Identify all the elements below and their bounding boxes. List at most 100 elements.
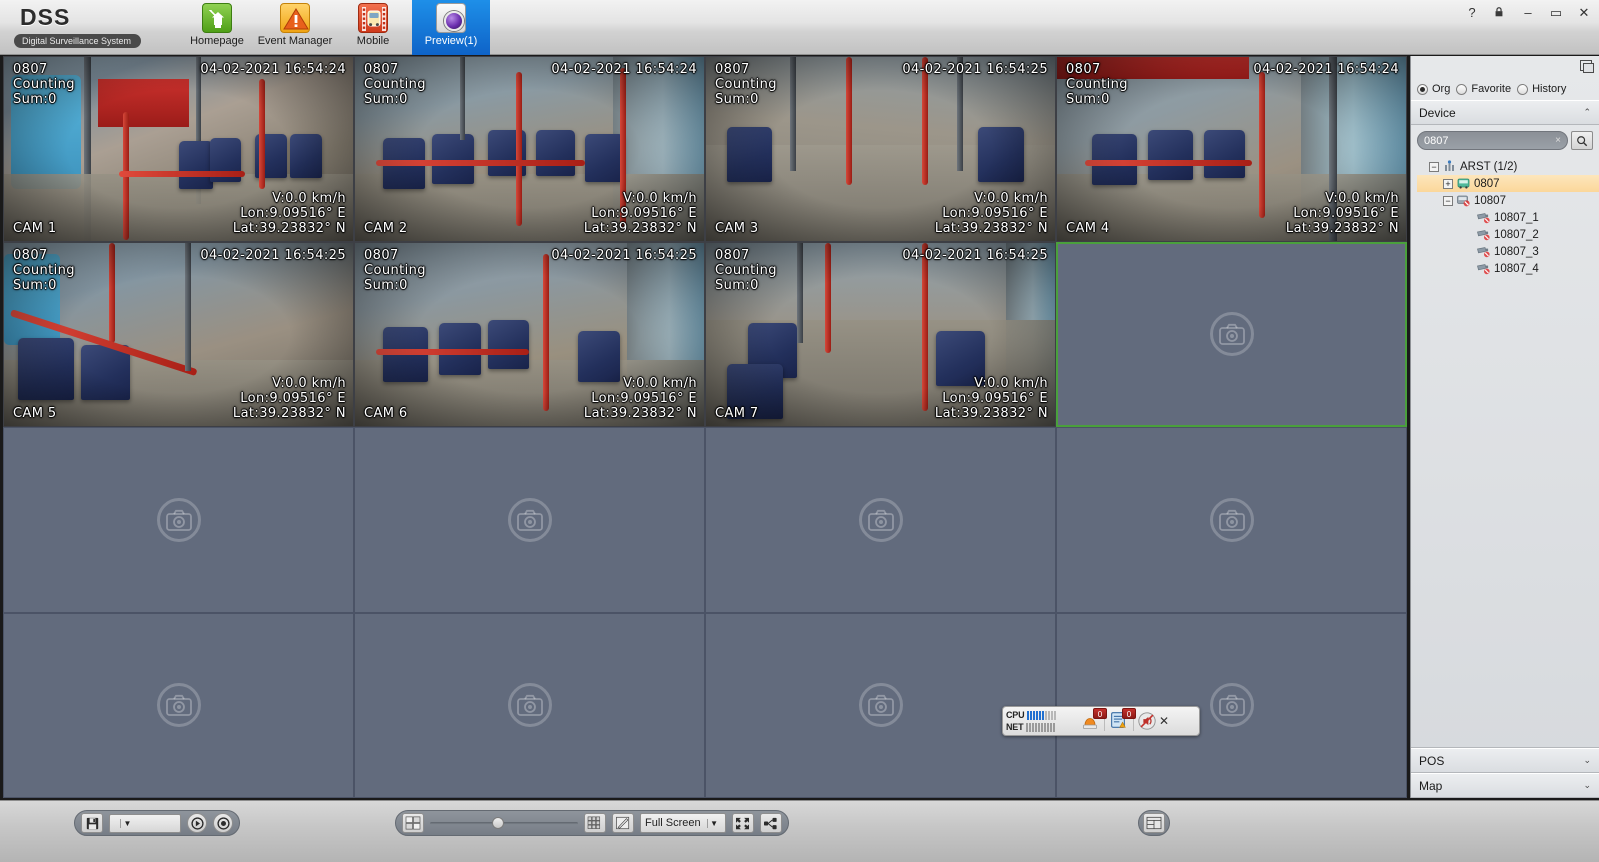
video-stream [4, 242, 353, 426]
camera-offline-icon [1476, 262, 1491, 275]
pos-section-header[interactable]: POS ⌄ [1411, 748, 1599, 773]
video-cell-empty[interactable] [3, 427, 354, 613]
radio-history[interactable]: History [1517, 83, 1566, 95]
video-cell[interactable]: 0807 Counting Sum:0 04-02-2021 16:54:25 … [705, 241, 1056, 427]
save-icon[interactable] [81, 813, 103, 833]
tree-node-label: 10807_3 [1494, 245, 1539, 258]
video-cell[interactable]: 0807 Counting Sum:0 04-02-2021 16:54:24 … [3, 56, 354, 242]
tree-node-10807[interactable]: − 10807 [1417, 192, 1599, 209]
video-cell[interactable]: 0807 Counting Sum:0 04-02-2021 16:54:25 … [3, 241, 354, 427]
tab-mobile[interactable]: Mobile [334, 0, 412, 55]
video-cell-empty[interactable] [3, 612, 354, 798]
maximize-button[interactable]: ▭ [1549, 6, 1563, 20]
tree-node-label: 10807_1 [1494, 211, 1539, 224]
tree-node-0807[interactable]: + 0807 [1417, 175, 1599, 192]
grid-layout-icon[interactable] [584, 813, 606, 833]
tab-homepage[interactable]: Homepage [178, 0, 256, 55]
video-cell-empty[interactable] [705, 612, 1056, 798]
minimize-button[interactable]: – [1521, 6, 1535, 20]
video-stream [355, 242, 704, 426]
warning-icon [280, 3, 310, 33]
preview-icon [436, 3, 466, 33]
tree-node-label: ARST (1/2) [1460, 160, 1518, 173]
screen-mode-value: Full Screen [645, 817, 701, 829]
video-cell-empty[interactable] [1056, 427, 1407, 613]
tree-node-10807-2[interactable]: 10807_2 [1417, 226, 1599, 243]
video-cell-empty[interactable] [354, 427, 705, 613]
video-cell[interactable]: 0807 Counting Sum:0 04-02-2021 16:54:25 … [354, 241, 705, 427]
map-section-title: Map [1419, 778, 1443, 793]
camera-icon [507, 683, 552, 728]
radio-dot [1417, 83, 1428, 95]
device-tree: − ARST (1/2) + 0807 − 10807 10807_1 1080… [1411, 154, 1599, 747]
resource-meters: CPU NET [1006, 709, 1074, 733]
video-cell[interactable]: 0807 Counting Sum:0 04-02-2021 16:54:24 … [1056, 56, 1407, 242]
speaker-mute-icon[interactable] [1137, 711, 1157, 731]
expander-icon [1463, 213, 1473, 223]
tree-node-label: 10807_2 [1494, 228, 1539, 241]
alarm-light-icon[interactable]: 0 [1079, 708, 1107, 732]
tour-stop-icon[interactable] [213, 813, 233, 833]
bottom-toolbar: ▼ Full Screen ▼ [0, 800, 1599, 862]
radio-favorite[interactable]: Favorite [1456, 83, 1511, 95]
tree-node-10807-4[interactable]: 10807_4 [1417, 260, 1599, 277]
system-status-widget[interactable]: CPU NET 0 0 ✕ [1002, 706, 1200, 736]
lock-button[interactable] [1493, 6, 1507, 20]
search-input[interactable]: 0807 × [1417, 131, 1568, 150]
net-meter: NET [1006, 721, 1074, 733]
close-button[interactable]: ✕ [1577, 6, 1591, 20]
video-wall-grid: 0807 Counting Sum:0 04-02-2021 16:54:24 … [3, 56, 1407, 798]
preset-select[interactable]: ▼ [109, 813, 181, 833]
event-badge: 0 [1122, 708, 1136, 719]
cpu-meter: CPU [1006, 709, 1074, 721]
help-button[interactable]: ? [1465, 6, 1479, 20]
video-stream [4, 57, 353, 241]
tab-preview[interactable]: Preview(1) [412, 0, 490, 55]
toolbar-right-group [1138, 810, 1170, 836]
radio-org[interactable]: Org [1417, 83, 1450, 95]
expander-icon[interactable]: − [1443, 195, 1453, 206]
layout-size-slider[interactable] [430, 814, 578, 832]
video-cell-empty[interactable] [705, 427, 1056, 613]
tab-mobile-label: Mobile [356, 35, 390, 47]
dock-panel-icon[interactable] [1580, 60, 1594, 73]
split-layout-icon[interactable] [402, 813, 424, 833]
video-cell[interactable]: 0807 Counting Sum:0 04-02-2021 16:54:24 … [354, 56, 705, 242]
video-cell-empty[interactable] [354, 612, 705, 798]
dss-application-window: DSS Digital Surveillance System Homepage [0, 0, 1599, 862]
logo-subtitle: Digital Surveillance System [14, 34, 142, 48]
event-list-icon[interactable]: 0 [1108, 708, 1136, 732]
org-tower-icon [1442, 160, 1457, 173]
close-status-widget-button[interactable]: ✕ [1157, 714, 1171, 728]
window-list-icon[interactable] [1143, 813, 1165, 833]
slider-knob[interactable] [492, 817, 504, 829]
radio-favorite-label: Favorite [1471, 83, 1512, 95]
multi-monitor-icon[interactable] [759, 813, 782, 833]
tree-node-label: 10807 [1474, 194, 1506, 207]
expander-icon[interactable]: + [1443, 178, 1453, 189]
expander-icon [1463, 247, 1473, 257]
tree-node-arst[interactable]: − ARST (1/2) [1417, 158, 1599, 175]
expander-icon[interactable]: − [1429, 161, 1439, 172]
map-section-header[interactable]: Map ⌄ [1411, 773, 1599, 798]
video-cell[interactable]: 0807 Counting Sum:0 04-02-2021 16:54:25 … [705, 56, 1056, 242]
toolbar-center-group: Full Screen ▼ [395, 810, 789, 836]
tab-event-manager[interactable]: Event Manager [256, 0, 334, 55]
camera-offline-icon [1476, 211, 1491, 224]
radio-dot [1456, 83, 1468, 95]
video-stream [355, 57, 704, 241]
tab-event-manager-label: Event Manager [257, 35, 333, 47]
radio-history-label: History [1532, 83, 1567, 95]
fullscreen-icon[interactable] [731, 813, 754, 833]
edit-layout-icon[interactable] [612, 813, 634, 833]
video-cell-empty-selected[interactable] [1056, 241, 1407, 427]
toolbar-left-group: ▼ [74, 810, 240, 836]
device-section-title: Device [1419, 105, 1456, 120]
tree-node-10807-1[interactable]: 10807_1 [1417, 209, 1599, 226]
screen-mode-select[interactable]: Full Screen ▼ [640, 813, 726, 833]
clear-search-icon[interactable]: × [1555, 135, 1561, 146]
tree-node-10807-3[interactable]: 10807_3 [1417, 243, 1599, 260]
tour-start-icon[interactable] [187, 813, 207, 833]
device-section-header[interactable]: Device ⌃ [1411, 100, 1599, 125]
search-icon[interactable] [1571, 131, 1593, 150]
